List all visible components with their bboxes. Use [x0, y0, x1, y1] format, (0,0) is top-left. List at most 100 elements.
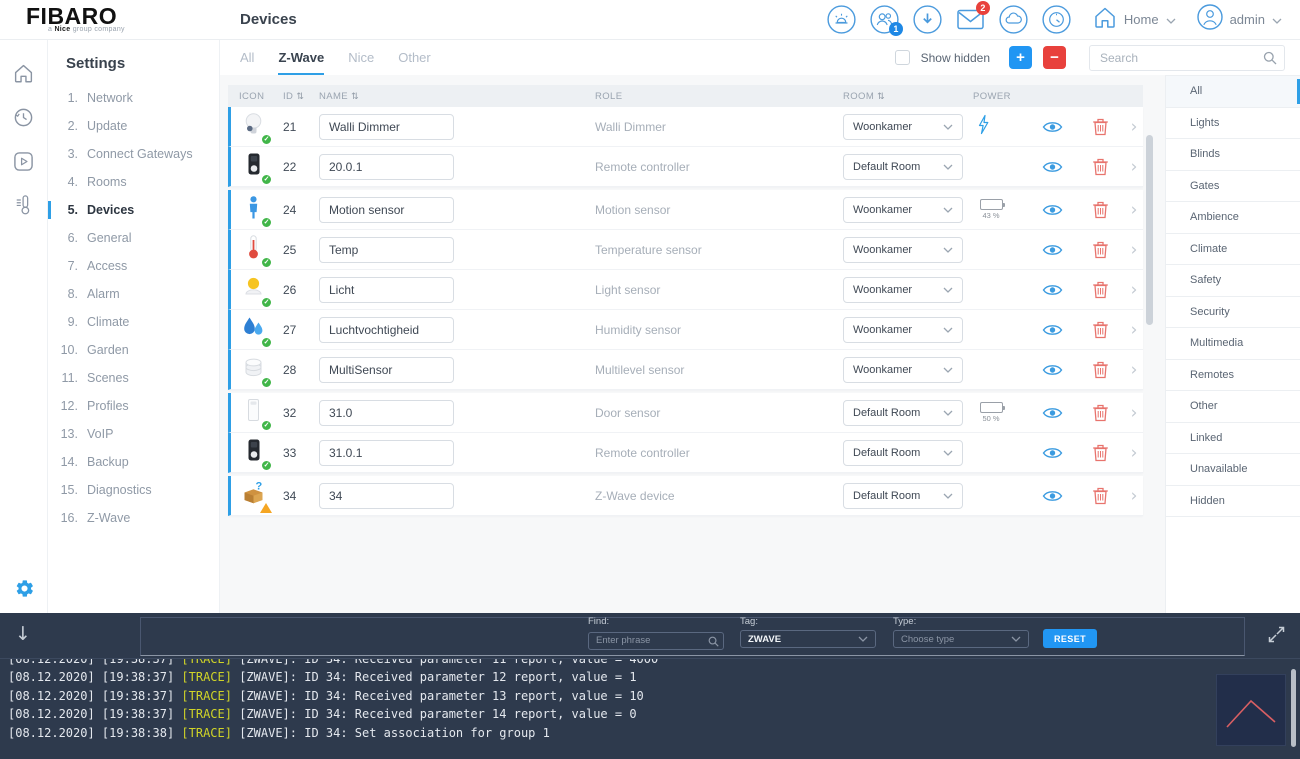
device-name-input[interactable] — [319, 400, 454, 426]
row-expand-chevron[interactable]: › — [1125, 486, 1143, 506]
delete-trash-icon[interactable] — [1075, 320, 1125, 339]
delete-trash-icon[interactable] — [1075, 200, 1125, 219]
category-safety[interactable]: Safety — [1166, 265, 1300, 297]
visibility-eye-icon[interactable] — [1029, 489, 1075, 503]
visibility-eye-icon[interactable] — [1029, 120, 1075, 134]
delete-trash-icon[interactable] — [1075, 443, 1125, 462]
room-select[interactable]: Default Room — [843, 483, 963, 509]
show-hidden-checkbox[interactable] — [895, 50, 910, 65]
remove-device-button[interactable]: − — [1043, 46, 1066, 69]
delete-trash-icon[interactable] — [1075, 157, 1125, 176]
device-name-input[interactable] — [319, 197, 454, 223]
device-name-input[interactable] — [319, 483, 454, 509]
device-name-input[interactable] — [319, 277, 454, 303]
visibility-eye-icon[interactable] — [1029, 203, 1075, 217]
category-ambience[interactable]: Ambience — [1166, 202, 1300, 234]
mail-icon[interactable]: 2 — [956, 5, 986, 35]
clock-icon[interactable] — [1042, 5, 1072, 35]
sidebar-item-network[interactable]: 1.Network — [48, 84, 219, 112]
history-icon[interactable] — [13, 106, 35, 128]
category-remotes[interactable]: Remotes — [1166, 360, 1300, 392]
category-hidden[interactable]: Hidden — [1166, 486, 1300, 518]
row-expand-chevron[interactable]: › — [1125, 157, 1143, 177]
download-icon[interactable] — [913, 5, 943, 35]
add-device-button[interactable]: + — [1009, 46, 1032, 69]
sidebar-item-z-wave[interactable]: 16.Z-Wave — [48, 504, 219, 532]
room-select[interactable]: Woonkamer — [843, 197, 963, 223]
log-find-input[interactable] — [588, 632, 724, 650]
log-tag-select[interactable]: ZWAVE — [740, 630, 876, 648]
row-expand-chevron[interactable]: › — [1125, 200, 1143, 220]
sidebar-item-profiles[interactable]: 12.Profiles — [48, 392, 219, 420]
sidebar-item-access[interactable]: 7.Access — [48, 252, 219, 280]
sidebar-item-diagnostics[interactable]: 15.Diagnostics — [48, 476, 219, 504]
row-expand-chevron[interactable]: › — [1125, 443, 1143, 463]
tab-nice[interactable]: Nice — [348, 40, 374, 75]
room-select[interactable]: Default Room — [843, 440, 963, 466]
delete-trash-icon[interactable] — [1075, 360, 1125, 379]
category-climate[interactable]: Climate — [1166, 234, 1300, 266]
collapse-console-icon[interactable]: ↓ — [15, 623, 31, 645]
room-select[interactable]: Default Room — [843, 154, 963, 180]
delete-trash-icon[interactable] — [1075, 240, 1125, 259]
category-blinds[interactable]: Blinds — [1166, 139, 1300, 171]
device-name-input[interactable] — [319, 237, 454, 263]
room-select[interactable]: Default Room — [843, 400, 963, 426]
climate-icon[interactable] — [13, 194, 35, 216]
sidebar-item-connect-gateways[interactable]: 3.Connect Gateways — [48, 140, 219, 168]
device-name-input[interactable] — [319, 440, 454, 466]
brand-logo[interactable]: FIBARO a Nice group company — [0, 6, 220, 33]
home-icon[interactable] — [13, 62, 35, 84]
sidebar-item-devices[interactable]: 5.Devices — [48, 196, 219, 224]
visibility-eye-icon[interactable] — [1029, 160, 1075, 174]
mini-chart-widget[interactable] — [1216, 674, 1286, 746]
siren-icon[interactable] — [827, 5, 857, 35]
expand-console-icon[interactable] — [1267, 625, 1286, 649]
reset-button[interactable]: RESET — [1043, 629, 1097, 648]
sidebar-item-rooms[interactable]: 4.Rooms — [48, 168, 219, 196]
delete-trash-icon[interactable] — [1075, 117, 1125, 136]
visibility-eye-icon[interactable] — [1029, 243, 1075, 257]
room-select[interactable]: Woonkamer — [843, 357, 963, 383]
category-linked[interactable]: Linked — [1166, 423, 1300, 455]
user-menu[interactable]: admin — [1197, 4, 1282, 35]
delete-trash-icon[interactable] — [1075, 486, 1125, 505]
room-select[interactable]: Woonkamer — [843, 277, 963, 303]
category-security[interactable]: Security — [1166, 297, 1300, 329]
row-expand-chevron[interactable]: › — [1125, 360, 1143, 380]
cloud-icon[interactable] — [999, 5, 1029, 35]
sidebar-item-garden[interactable]: 10.Garden — [48, 336, 219, 364]
device-name-input[interactable] — [319, 154, 454, 180]
scenes-icon[interactable] — [13, 150, 35, 172]
device-name-input[interactable] — [319, 357, 454, 383]
category-multimedia[interactable]: Multimedia — [1166, 328, 1300, 360]
users-icon[interactable]: 1 — [870, 5, 900, 35]
sidebar-item-alarm[interactable]: 8.Alarm — [48, 280, 219, 308]
log-scrollbar[interactable] — [1291, 669, 1296, 747]
device-name-input[interactable] — [319, 317, 454, 343]
gear-icon[interactable] — [0, 578, 48, 599]
visibility-eye-icon[interactable] — [1029, 363, 1075, 377]
column-header-room[interactable]: ROOM⇅ — [843, 91, 973, 102]
room-select[interactable]: Woonkamer — [843, 237, 963, 263]
room-select[interactable]: Woonkamer — [843, 114, 963, 140]
tab-z-wave[interactable]: Z-Wave — [278, 40, 324, 75]
category-unavailable[interactable]: Unavailable — [1166, 454, 1300, 486]
visibility-eye-icon[interactable] — [1029, 283, 1075, 297]
row-expand-chevron[interactable]: › — [1125, 240, 1143, 260]
tab-other[interactable]: Other — [398, 40, 431, 75]
visibility-eye-icon[interactable] — [1029, 323, 1075, 337]
column-header-name[interactable]: NAME⇅ — [319, 91, 595, 102]
category-lights[interactable]: Lights — [1166, 108, 1300, 140]
log-type-select[interactable]: Choose type — [893, 630, 1029, 648]
tab-all[interactable]: All — [240, 40, 254, 75]
sidebar-item-voip[interactable]: 13.VoIP — [48, 420, 219, 448]
visibility-eye-icon[interactable] — [1029, 446, 1075, 460]
delete-trash-icon[interactable] — [1075, 403, 1125, 422]
room-select[interactable]: Woonkamer — [843, 317, 963, 343]
sidebar-item-backup[interactable]: 14.Backup — [48, 448, 219, 476]
visibility-eye-icon[interactable] — [1029, 406, 1075, 420]
category-other[interactable]: Other — [1166, 391, 1300, 423]
sidebar-item-general[interactable]: 6.General — [48, 224, 219, 252]
category-all[interactable]: All — [1166, 76, 1300, 108]
